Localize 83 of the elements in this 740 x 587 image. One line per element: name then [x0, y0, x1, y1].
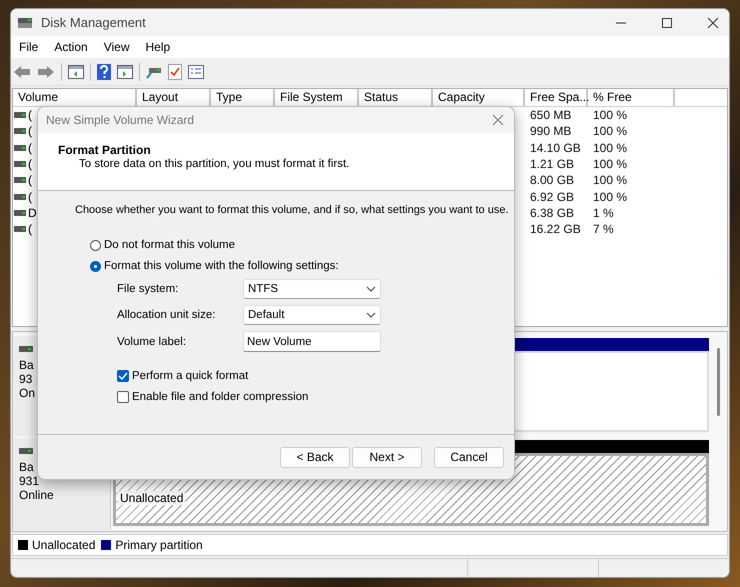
table-cell-text: 7 %	[592, 222, 615, 236]
checked-document-icon[interactable]	[168, 64, 182, 80]
table-cell-text: 16.22 GB	[529, 222, 582, 236]
disk-drive-icon	[19, 346, 33, 352]
maximize-icon[interactable]	[661, 16, 673, 28]
column-header[interactable]: Free Spa...	[525, 89, 588, 106]
table-cell-text: 100 %	[592, 157, 628, 172]
field-label: File system:	[117, 283, 180, 295]
chevron-down-icon	[366, 312, 376, 318]
checkbox[interactable]	[117, 370, 129, 382]
table-cell-text: 6.38 GB	[529, 206, 576, 220]
volume-icon	[14, 210, 26, 216]
radio-button[interactable]	[90, 260, 101, 272]
field-label: Allocation unit size:	[117, 309, 216, 321]
format-option[interactable]: Format this volume with the following settings:	[90, 260, 514, 272]
legend-label: Unallocated	[32, 538, 96, 552]
disk-info-text: Ba	[19, 358, 35, 372]
format-option[interactable]: Do not format this volume	[90, 239, 514, 251]
table-cell: (	[28, 190, 32, 204]
menu-item[interactable]: View	[104, 40, 130, 54]
radio-button[interactable]	[90, 240, 101, 250]
panel-icon[interactable]	[68, 64, 84, 78]
dropdown[interactable]: Default	[243, 305, 381, 325]
volume-icon	[14, 177, 26, 184]
table-cell: (	[28, 222, 32, 236]
checkbox-option[interactable]: Perform a quick format	[117, 370, 514, 382]
forward-arrow-icon[interactable]	[37, 64, 55, 78]
table-cell: (	[28, 157, 32, 172]
panel-icon[interactable]	[117, 64, 133, 78]
dialog-button[interactable]: < Back	[280, 446, 350, 468]
disk-info-text: 93	[19, 372, 34, 386]
disk-info-text: 931	[19, 474, 40, 488]
table-cell-text: 100 %	[592, 173, 628, 188]
page-heading: Format Partition	[58, 143, 152, 157]
volume-icon	[14, 112, 26, 118]
table-cell-text: 14.10 GB	[529, 140, 582, 155]
dialog-button[interactable]: Cancel	[434, 446, 504, 468]
chevron-down-icon	[366, 286, 376, 292]
table-cell-text: 1 %	[592, 206, 615, 220]
table-cell-text: 100 %	[592, 140, 628, 155]
legend-label: Primary partition	[115, 538, 203, 552]
dialog-title: New Simple Volume Wizard	[46, 113, 194, 127]
table-cell-text: 100 %	[592, 190, 628, 204]
disk-info-text: Ba	[19, 460, 35, 474]
volume-icon	[14, 226, 26, 232]
checklist-icon[interactable]	[188, 64, 204, 78]
window-title: Disk Management	[41, 15, 146, 30]
dialog-button[interactable]: Next >	[352, 446, 422, 468]
volume-icon	[14, 144, 26, 151]
partition-label: Unallocated	[118, 491, 186, 505]
menu-item[interactable]: File	[19, 40, 38, 54]
page-subheading: To store data on this partition, you must format it first.	[78, 157, 350, 172]
dropdown[interactable]: NTFS	[243, 279, 381, 299]
help-icon[interactable]	[97, 64, 111, 80]
table-cell-text: 100 %	[592, 108, 628, 122]
back-arrow-icon[interactable]	[13, 64, 31, 78]
table-cell: (	[28, 108, 32, 122]
menu-item[interactable]: Action	[54, 40, 88, 54]
checkbox-option[interactable]: Enable file and folder compression	[117, 391, 514, 403]
disk-info-text: Online	[19, 488, 55, 502]
checkbox[interactable]	[117, 391, 129, 403]
menu-item[interactable]: Help	[146, 40, 170, 54]
table-cell-text: 990 MB	[529, 124, 572, 138]
table-cell-text: 1.21 GB	[529, 157, 576, 172]
field-label: Volume label:	[117, 336, 188, 348]
close-icon[interactable]	[707, 16, 719, 28]
disk-info-text: On	[19, 386, 36, 400]
disk-drive-icon	[17, 16, 33, 30]
disk-drive-icon	[19, 448, 33, 454]
volume-icon	[14, 128, 26, 134]
table-cell-text: 650 MB	[529, 108, 572, 122]
table-cell: (	[28, 140, 32, 155]
table-cell-text: 8.00 GB	[529, 173, 576, 188]
instruction-text: Choose whether you want to format this volume, and if so, what settings you want to use.	[75, 204, 510, 216]
volume-icon	[14, 194, 26, 200]
table-cell-text: 6.92 GB	[529, 190, 576, 204]
column-header[interactable]: % Free	[588, 89, 675, 106]
volume-icon	[14, 161, 26, 168]
table-cell: (	[28, 173, 32, 188]
input-field[interactable]: New Volume	[243, 331, 381, 352]
table-cell: D	[28, 206, 37, 220]
table-cell-text: 100 %	[592, 124, 628, 138]
table-cell: (	[28, 124, 32, 138]
